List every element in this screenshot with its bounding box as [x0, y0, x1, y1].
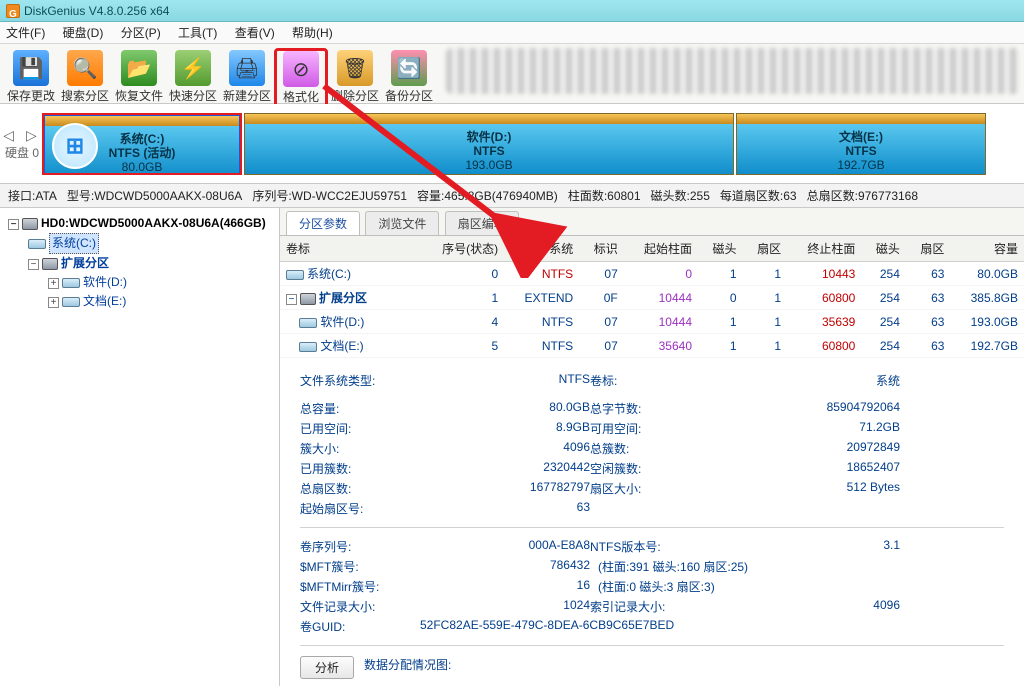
- windows-logo-icon: ⊞: [52, 123, 98, 169]
- detail-tabs: 分区参数 浏览文件 扇区编辑: [280, 208, 1024, 236]
- partition-e-name: 文档(E:): [737, 130, 985, 144]
- menu-bar: 文件(F) 硬盘(D) 分区(P) 工具(T) 查看(V) 帮助(H): [0, 22, 1024, 44]
- disk-nav-label: 硬盘 0: [2, 144, 42, 161]
- partition-block-c[interactable]: ⊞ 系统(C:) NTFS (活动) 80.0GB: [42, 113, 242, 175]
- table-row[interactable]: −扩展分区1EXTEND0F10444016080025463385.8GB: [280, 286, 1024, 310]
- menu-tool[interactable]: 工具(T): [178, 26, 217, 40]
- tab-browse-files[interactable]: 浏览文件: [365, 211, 439, 235]
- partition-block-e[interactable]: 文档(E:) NTFS 192.7GB: [736, 113, 986, 175]
- partition-properties: 文件系统类型:NTFS 卷标:系统 总容量:80.0GB 总字节数:859047…: [280, 358, 1024, 686]
- search-icon: 🔍: [67, 50, 103, 86]
- quick-partition-button[interactable]: ⚡快速分区: [166, 48, 220, 104]
- nav-arrows-icon: ◁ ▷: [2, 127, 42, 144]
- save-icon: 💾: [13, 50, 49, 86]
- main-area: −HD0:WDCWD5000AAKX-08U6A(466GB) 系统(C:) −…: [0, 208, 1024, 686]
- tree-c[interactable]: 系统(C:): [4, 233, 275, 254]
- tab-partition-params[interactable]: 分区参数: [286, 211, 360, 235]
- tab-sector-edit[interactable]: 扇区编辑: [445, 211, 519, 235]
- table-header-row: 卷标 序号(状态) 文件系统 标识 起始柱面 磁头 扇区 终止柱面 磁头 扇区 …: [280, 236, 1024, 262]
- partition-e-size: 192.7GB: [737, 158, 985, 172]
- new-partition-button[interactable]: 🖨新建分区: [220, 48, 274, 104]
- distribution-label: 数据分配情况图:: [364, 656, 451, 679]
- table-row[interactable]: 系统(C:)0NTFS07011104432546380.0GB: [280, 262, 1024, 286]
- tree-extended[interactable]: −扩展分区: [4, 254, 275, 273]
- quick-icon: ⚡: [175, 50, 211, 86]
- tree-d[interactable]: +软件(D:): [4, 273, 275, 292]
- window-title: DiskGenius V4.8.0.256 x64: [24, 0, 169, 22]
- backup-icon: 🔄: [391, 50, 427, 86]
- title-bar: DiskGenius V4.8.0.256 x64: [0, 0, 1024, 22]
- recover-files-button[interactable]: 📂恢复文件: [112, 48, 166, 104]
- tree-e[interactable]: +文档(E:): [4, 292, 275, 311]
- search-partition-button[interactable]: 🔍搜索分区: [58, 48, 112, 104]
- blurred-extra-toolbar: [446, 48, 1020, 94]
- menu-help[interactable]: 帮助(H): [292, 26, 333, 40]
- ext-icon: [42, 258, 58, 270]
- table-row[interactable]: 软件(D:)4NTFS0710444113563925463193.0GB: [280, 310, 1024, 334]
- menu-disk[interactable]: 硬盘(D): [63, 26, 104, 40]
- drive-icon: [28, 239, 46, 249]
- disk-map: ◁ ▷ 硬盘 0 ⊞ 系统(C:) NTFS (活动) 80.0GB 软件(D:…: [0, 104, 1024, 184]
- table-row[interactable]: 文档(E:)5NTFS0735640116080025463192.7GB: [280, 334, 1024, 358]
- detail-panel: 分区参数 浏览文件 扇区编辑 卷标 序号(状态) 文件系统 标识 起始柱面 磁头…: [280, 208, 1024, 686]
- menu-view[interactable]: 查看(V): [235, 26, 275, 40]
- menu-partition[interactable]: 分区(P): [121, 26, 161, 40]
- drive-icon: [62, 297, 80, 307]
- toolbar: 💾保存更改 🔍搜索分区 📂恢复文件 ⚡快速分区 🖨新建分区 ⊘格式化 🗑删除分区…: [0, 44, 1024, 104]
- delete-icon: 🗑: [337, 50, 373, 86]
- app-logo-icon: [6, 4, 20, 18]
- partition-d-fs: NTFS: [245, 144, 733, 158]
- delete-partition-button[interactable]: 🗑删除分区: [328, 48, 382, 104]
- disk-icon: [22, 218, 38, 230]
- disk-nav[interactable]: ◁ ▷ 硬盘 0: [2, 127, 42, 161]
- partition-table: 卷标 序号(状态) 文件系统 标识 起始柱面 磁头 扇区 终止柱面 磁头 扇区 …: [280, 236, 1024, 358]
- disk-info-line: 接口:ATA 型号:WDCWD5000AAKX-08U6A 序列号:WD-WCC…: [0, 184, 1024, 208]
- drive-icon: [62, 278, 80, 288]
- analyze-button[interactable]: 分析: [300, 656, 354, 679]
- backup-partition-button[interactable]: 🔄备份分区: [382, 48, 436, 104]
- new-icon: 🖨: [229, 50, 265, 86]
- save-button[interactable]: 💾保存更改: [4, 48, 58, 104]
- partition-d-size: 193.0GB: [245, 158, 733, 172]
- partition-e-fs: NTFS: [737, 144, 985, 158]
- menu-file[interactable]: 文件(F): [6, 26, 45, 40]
- partition-d-name: 软件(D:): [245, 130, 733, 144]
- format-button[interactable]: ⊘格式化: [274, 48, 328, 108]
- recover-icon: 📂: [121, 50, 157, 86]
- format-icon: ⊘: [283, 51, 319, 87]
- partition-block-d[interactable]: 软件(D:) NTFS 193.0GB: [244, 113, 734, 175]
- tree-root[interactable]: −HD0:WDCWD5000AAKX-08U6A(466GB): [4, 214, 275, 233]
- disk-tree[interactable]: −HD0:WDCWD5000AAKX-08U6A(466GB) 系统(C:) −…: [0, 208, 280, 686]
